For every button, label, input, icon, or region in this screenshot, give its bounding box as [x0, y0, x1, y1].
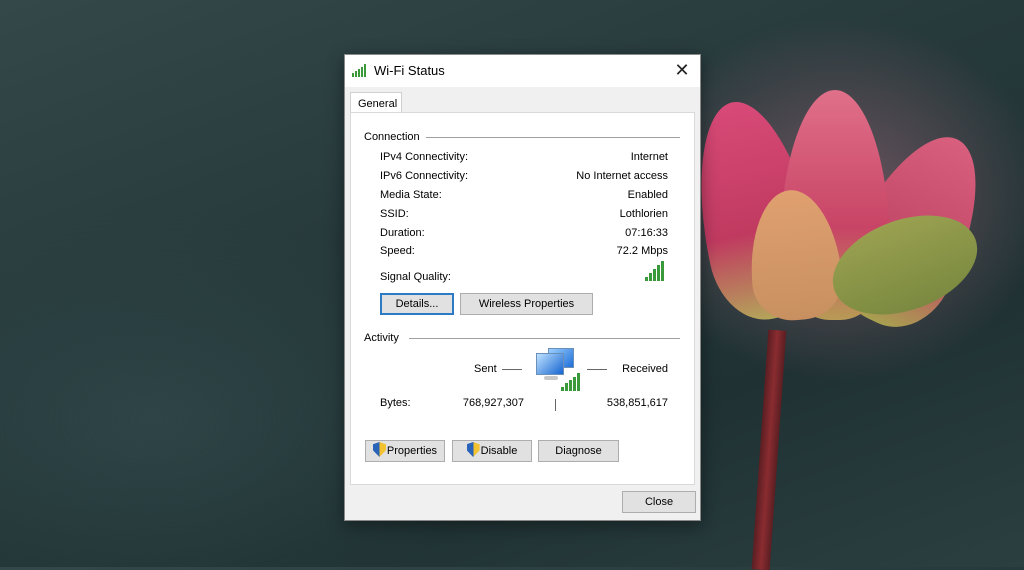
title-bar: Wi-Fi Status ✕: [345, 55, 700, 87]
lotus-stem: [751, 329, 787, 570]
network-computers-icon: [536, 348, 582, 392]
connection-heading: Connection: [364, 131, 420, 143]
ssid-label: SSID:: [380, 208, 409, 220]
activity-heading: Activity: [364, 332, 399, 344]
disable-label: Disable: [480, 445, 518, 457]
general-panel: Connection IPv4 Connectivity: Internet I…: [350, 112, 695, 485]
signal-quality-label: Signal Quality:: [380, 271, 451, 283]
signal-quality-icon: [645, 261, 664, 281]
wifi-status-dialog: Wi-Fi Status ✕ General Connection IPv4 C…: [344, 54, 701, 521]
shield-icon: [372, 442, 386, 457]
ipv6-label: IPv6 Connectivity:: [380, 170, 469, 182]
divider: [426, 137, 680, 138]
close-window-button[interactable]: ✕: [670, 59, 694, 81]
properties-label: Properties: [386, 445, 438, 457]
details-button[interactable]: Details...: [380, 293, 454, 315]
bytes-received-value: 538,851,617: [606, 397, 668, 409]
media-state-label: Media State:: [380, 189, 442, 201]
received-line: [587, 369, 607, 370]
ipv4-label: IPv4 Connectivity:: [380, 151, 469, 163]
shield-icon: [466, 442, 480, 457]
window-title: Wi-Fi Status: [374, 63, 445, 78]
received-label: Received: [622, 363, 668, 375]
ipv6-value: No Internet access: [576, 170, 668, 182]
diagnose-button[interactable]: Diagnose: [538, 440, 619, 462]
sent-line: [502, 369, 522, 370]
speed-label: Speed:: [380, 245, 415, 257]
wifi-signal-icon: [352, 64, 366, 77]
duration-label: Duration:: [380, 227, 425, 239]
divider: [555, 399, 556, 411]
tab-general[interactable]: General: [350, 92, 402, 113]
ssid-value: Lothlorien: [619, 208, 668, 220]
properties-button[interactable]: Properties: [365, 440, 445, 462]
speed-value: 72.2 Mbps: [616, 245, 668, 257]
divider: [409, 338, 680, 339]
sent-label: Sent: [474, 363, 497, 375]
ipv4-value: Internet: [630, 151, 668, 163]
disable-button[interactable]: Disable: [452, 440, 532, 462]
bytes-label: Bytes:: [380, 397, 411, 409]
bytes-sent-value: 768,927,307: [462, 397, 524, 409]
close-button[interactable]: Close: [622, 491, 696, 513]
duration-value: 07:16:33: [625, 227, 668, 239]
wireless-properties-button[interactable]: Wireless Properties: [460, 293, 593, 315]
media-state-value: Enabled: [627, 189, 668, 201]
